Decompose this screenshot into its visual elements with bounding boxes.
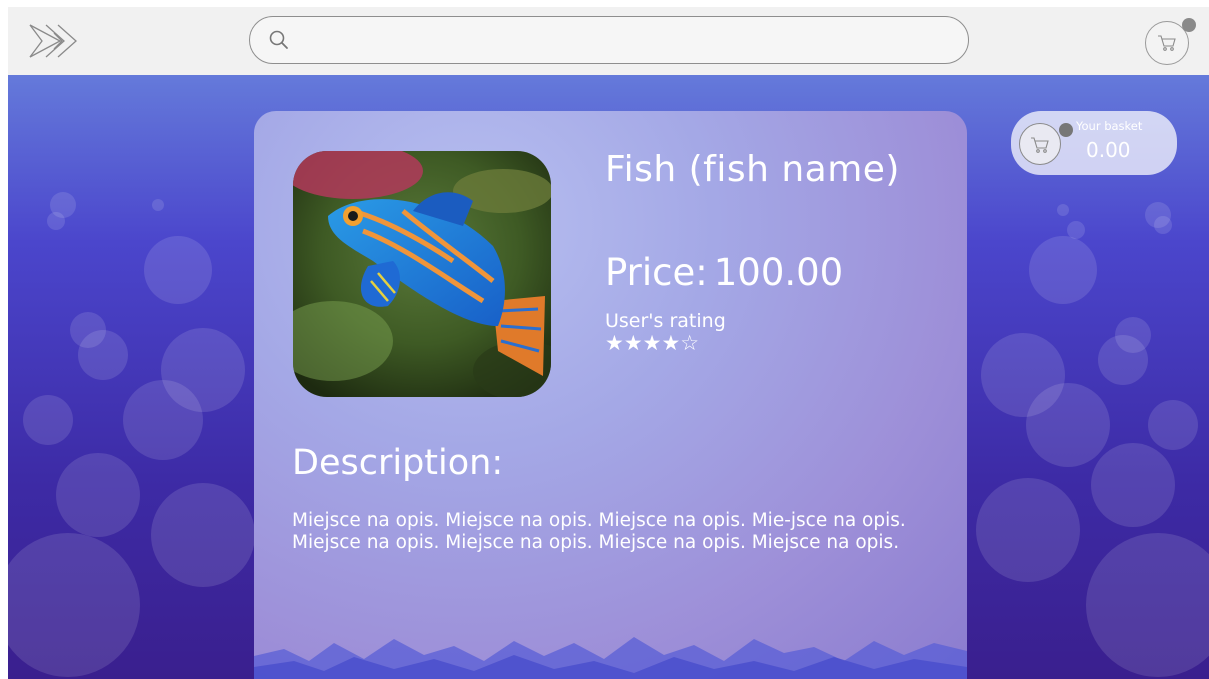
- price-label: Price:: [605, 251, 708, 294]
- decorative-crystal-border: [254, 637, 967, 679]
- price-value: 100.00: [713, 251, 844, 294]
- search-icon[interactable]: [268, 29, 290, 51]
- search-bar[interactable]: [249, 16, 969, 64]
- description-heading: Description:: [292, 443, 504, 483]
- product-title: Fish (fish name): [605, 149, 900, 190]
- product-price: Price: 100.00: [605, 251, 843, 294]
- rating-label: User's rating: [605, 310, 726, 332]
- basket-total: 0.00: [1086, 138, 1131, 162]
- product-card: Fish (fish name) Price: 100.00 User's rat…: [254, 111, 967, 679]
- fish-outline-logo-icon[interactable]: [28, 21, 80, 61]
- cart-badge: [1182, 18, 1196, 32]
- basket-cart-button[interactable]: [1019, 123, 1061, 165]
- product-image: [293, 151, 551, 397]
- app-frame: Your basket 0.00 Fish (fish name) Price:…: [8, 7, 1209, 679]
- basket-label: Your basket: [1076, 119, 1143, 133]
- basket-badge: [1059, 123, 1073, 137]
- top-bar: [8, 7, 1209, 75]
- rating-stars[interactable]: ★★★★☆: [605, 331, 699, 355]
- basket-widget[interactable]: Your basket 0.00: [1011, 111, 1177, 175]
- shopping-cart-icon: [1031, 137, 1049, 153]
- description-text: Miejsce na opis. Miejsce na opis. Miejsc…: [292, 510, 906, 553]
- search-input[interactable]: [302, 25, 946, 57]
- shopping-cart-icon: [1158, 35, 1176, 51]
- cart-button[interactable]: [1145, 18, 1196, 65]
